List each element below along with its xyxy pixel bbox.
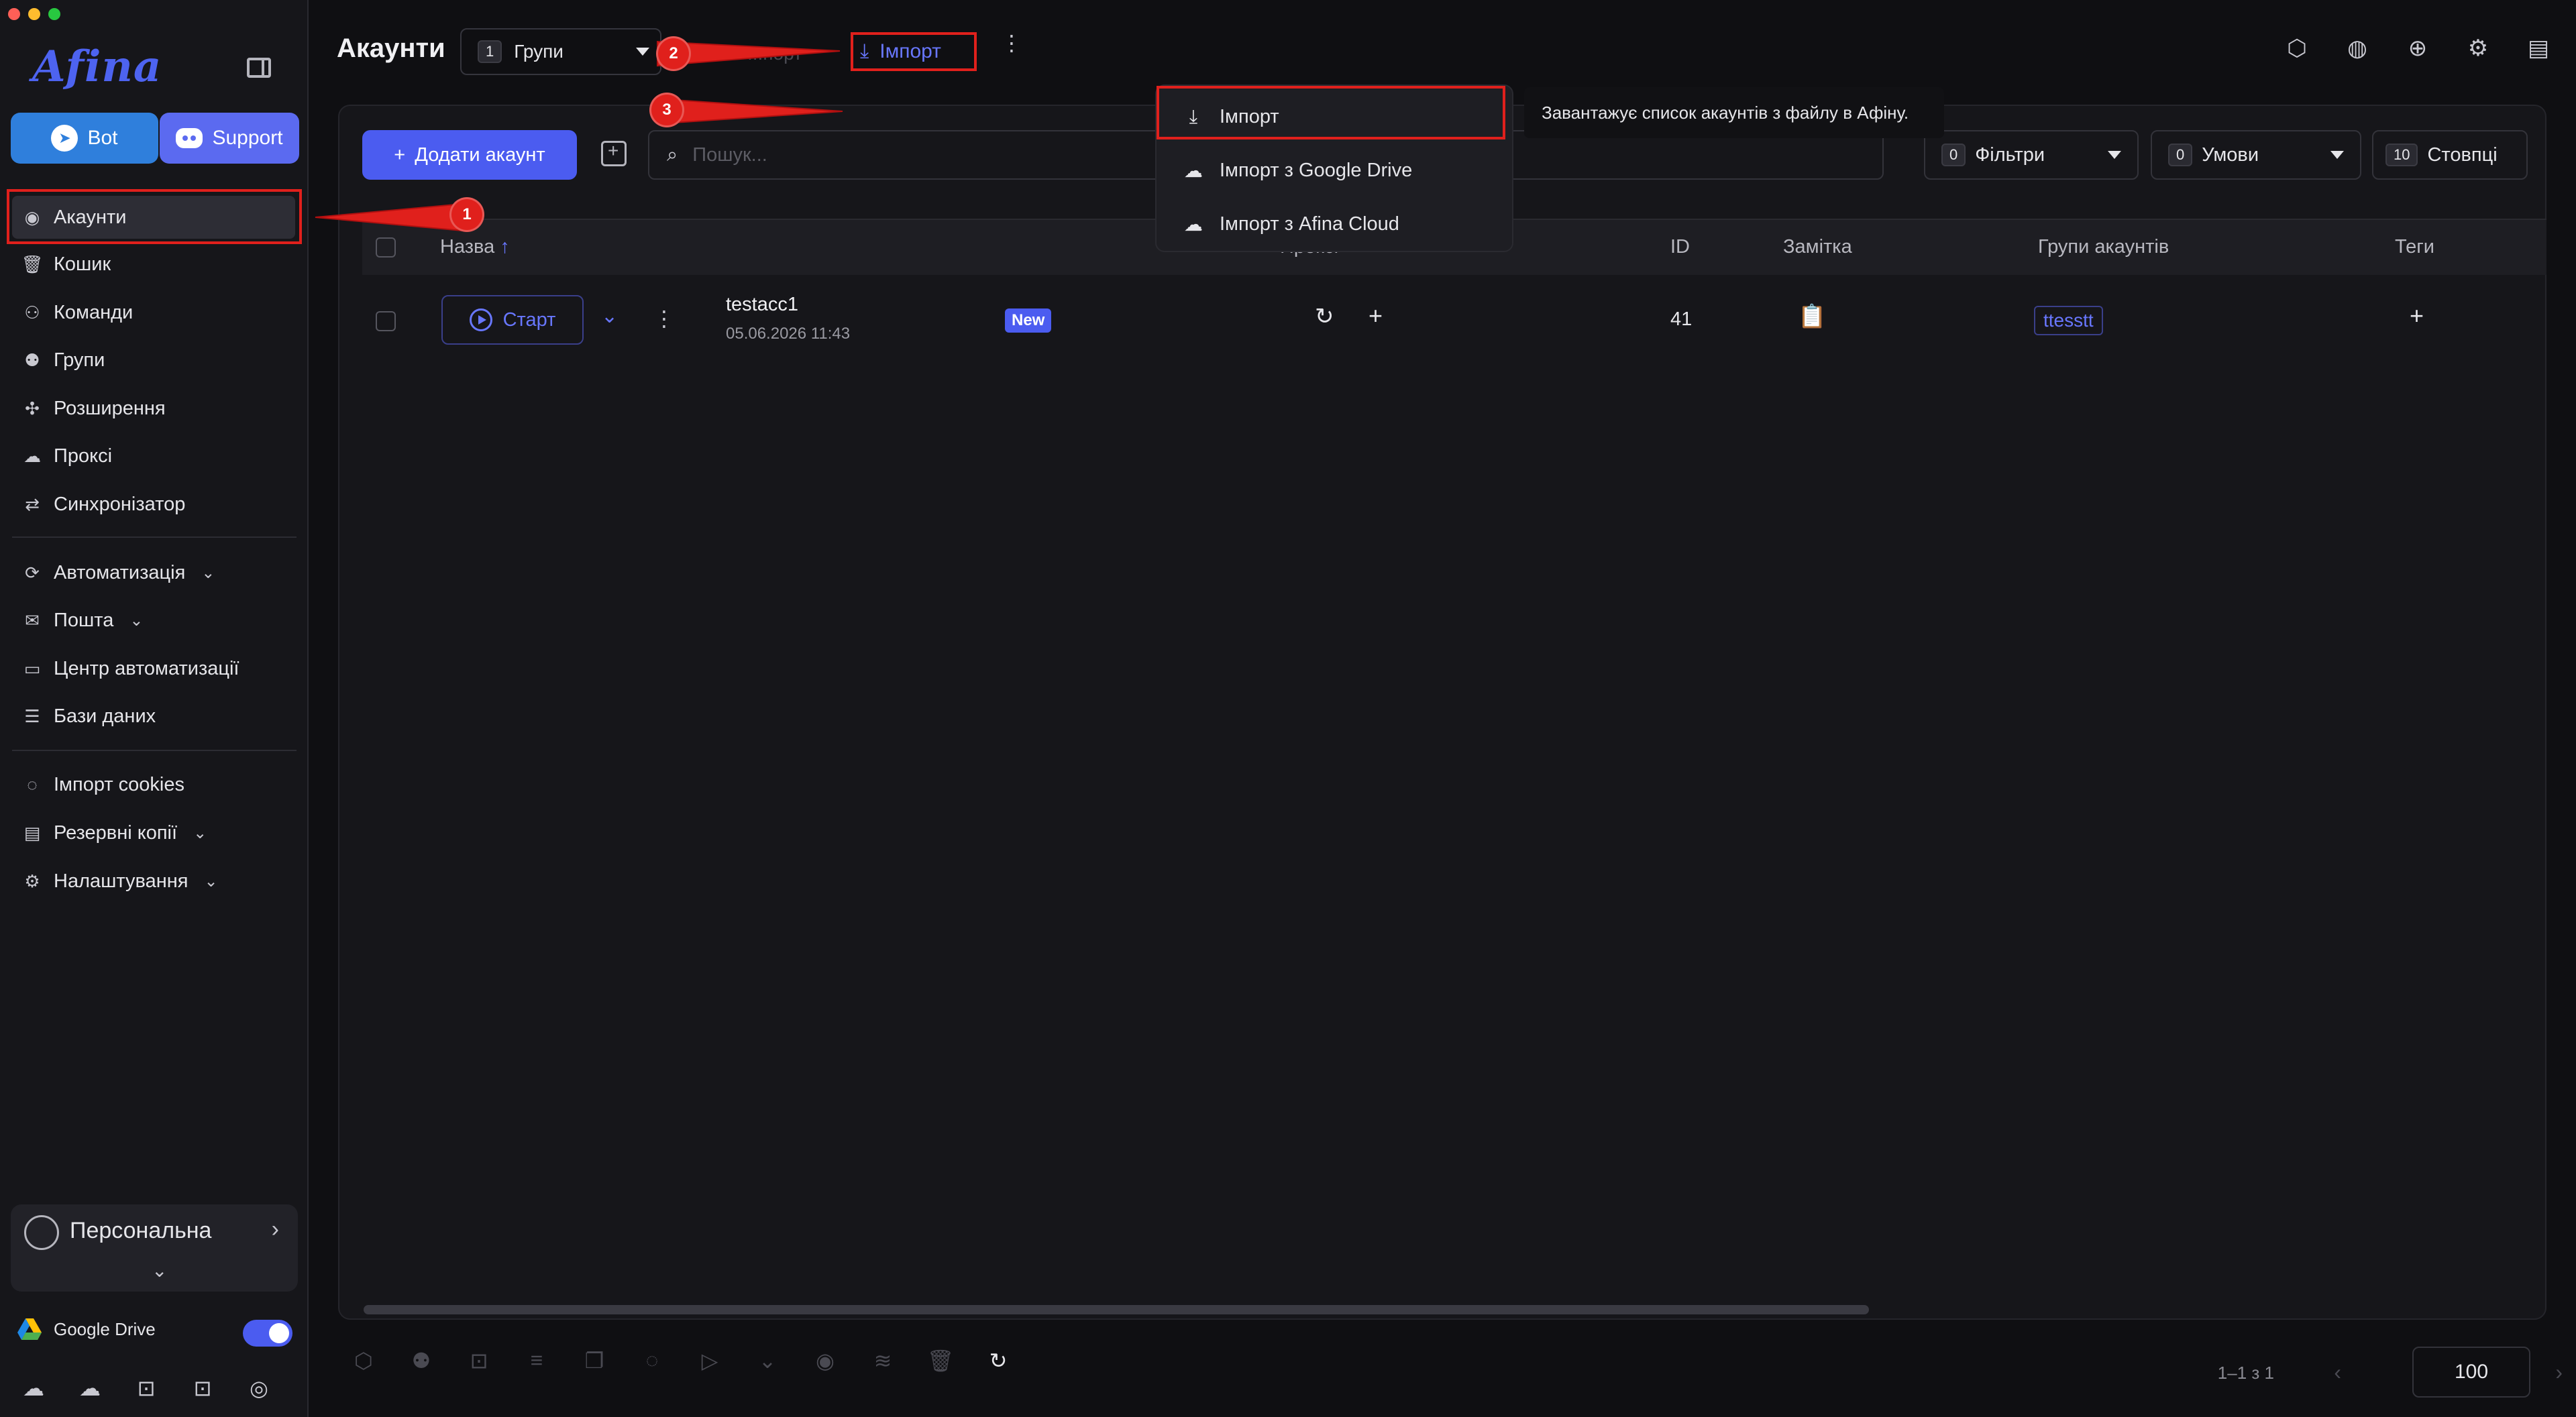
callout-arrows (315, 40, 843, 232)
callout-arrow-1 (315, 203, 464, 232)
callout-arrow-3 (663, 98, 843, 125)
callout-number-3: 3 (649, 93, 684, 127)
callout-number-2: 2 (656, 36, 691, 71)
callout-number-1: 1 (449, 197, 484, 232)
